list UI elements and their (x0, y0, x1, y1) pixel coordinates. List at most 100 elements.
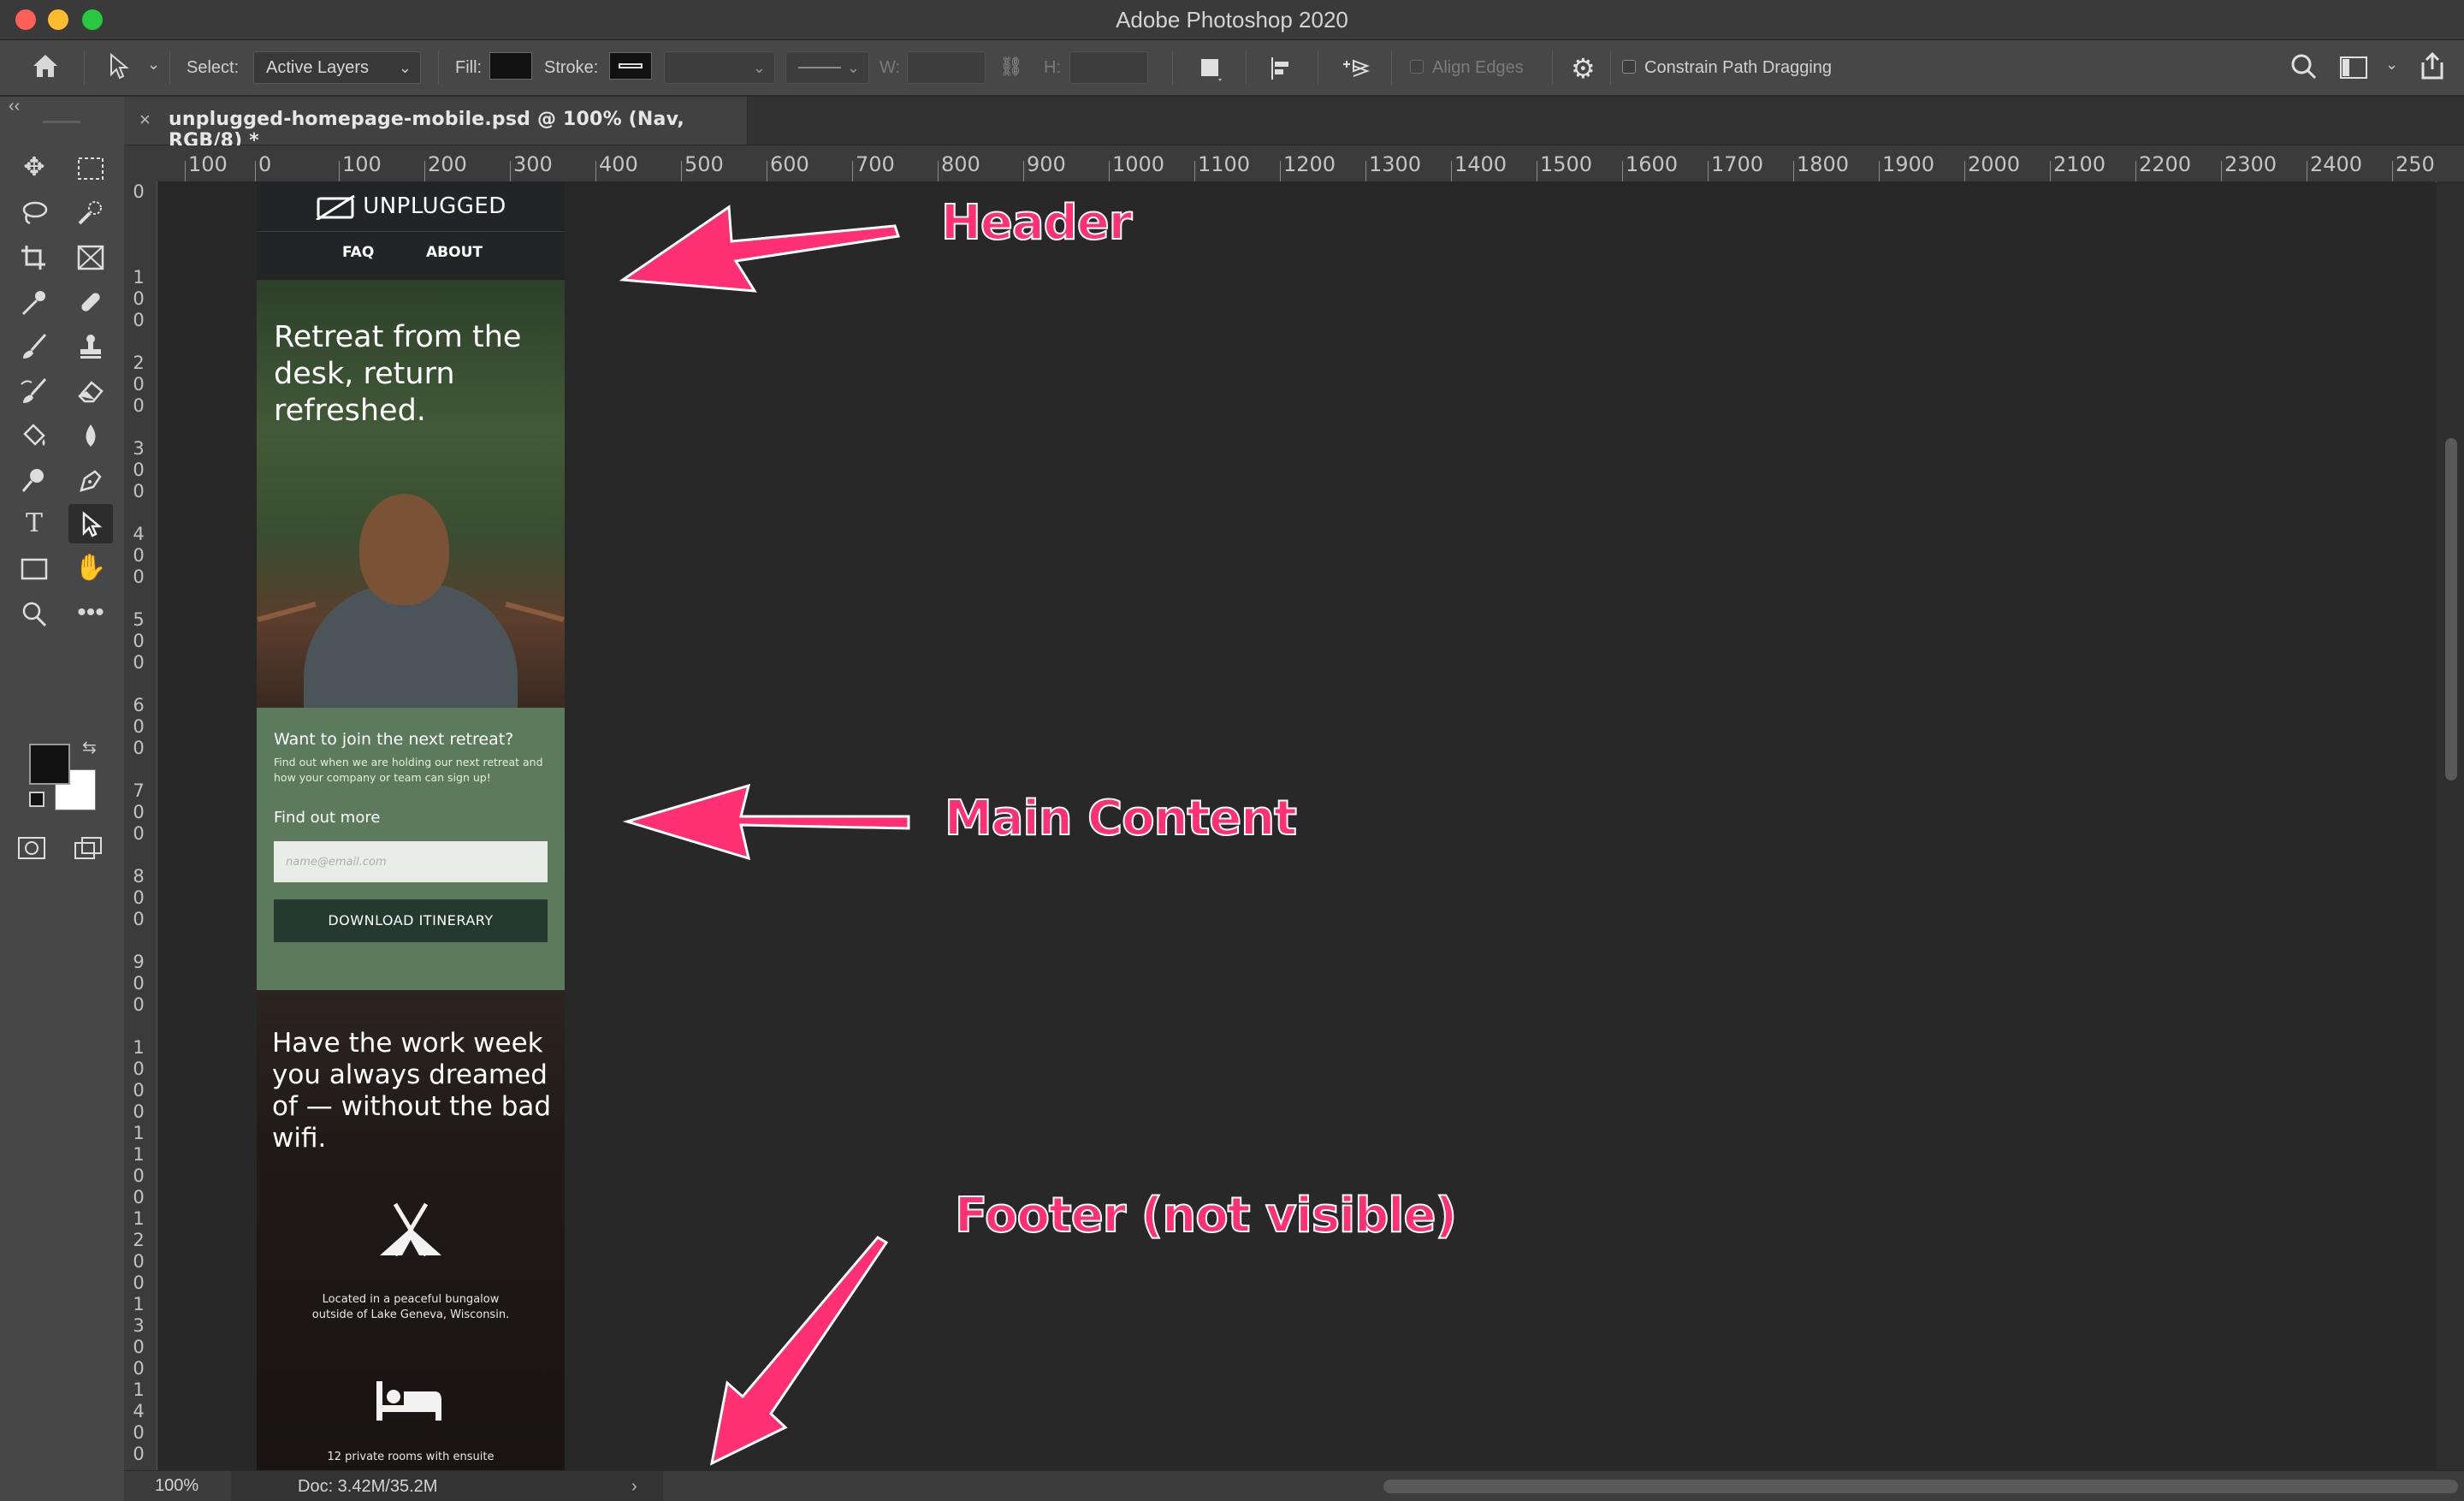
home-icon[interactable] (31, 52, 60, 85)
vertical-ruler[interactable]: 0 1 0 0 2 0 0 3 0 0 4 0 0 5 0 0 6 0 0 7 0 0 8 0 … (124, 181, 157, 1470)
quick-select-icon[interactable] (68, 193, 113, 232)
align-edges-label: Align Edges (1432, 58, 1524, 77)
ruler-label: 1 0 0 0 (133, 1037, 145, 1122)
width-field[interactable] (907, 51, 986, 84)
stroke-width-field[interactable]: ⌄ (664, 51, 775, 84)
rectangle-icon[interactable] (12, 549, 56, 588)
status-menu-icon[interactable]: › (631, 1471, 637, 1501)
ruler-tick (185, 161, 186, 181)
marquee-icon[interactable] (68, 148, 113, 187)
pen-icon[interactable] (68, 460, 113, 499)
move-icon[interactable]: ✥ (12, 148, 56, 187)
panel-grip[interactable] (43, 121, 80, 123)
zoom-icon[interactable] (12, 593, 56, 632)
tent-icon (380, 1202, 441, 1257)
vertical-scroll-thumb[interactable] (2445, 438, 2457, 780)
brush-icon[interactable] (12, 326, 56, 365)
collapse-panel-icon[interactable]: ‹‹ (9, 97, 20, 116)
select-value: Active Layers (266, 58, 370, 77)
eraser-icon[interactable] (68, 371, 113, 410)
ruler-label: 400 (599, 152, 638, 176)
history-brush-icon[interactable] (12, 371, 56, 410)
tool-preset-chevron-icon[interactable]: ⌄ (147, 56, 160, 74)
frame-icon[interactable] (68, 237, 113, 276)
ruler-label: 1300 (1369, 152, 1422, 176)
nav-faq[interactable]: FAQ (342, 244, 374, 261)
path-arrangement-icon[interactable] (1340, 54, 1374, 88)
ruler-label: 1500 (1540, 152, 1593, 176)
ruler-tick (1109, 161, 1110, 181)
close-tab-icon[interactable]: × (139, 109, 151, 131)
ruler-label: 300 (513, 152, 553, 176)
ruler-label: 500 (684, 152, 724, 176)
ruler-label: 1900 (1882, 152, 1935, 176)
share-icon[interactable] (2418, 50, 2447, 86)
default-colors-icon[interactable] (29, 792, 44, 807)
move-tool-icon[interactable] (108, 52, 130, 85)
select-label: Select: (187, 58, 240, 77)
chevron-down-icon[interactable]: ⌄ (2385, 56, 2398, 74)
ruler-label: 1 1 0 0 (133, 1123, 145, 1207)
swap-colors-icon[interactable]: ⇆ (82, 737, 97, 758)
foreground-color-swatch[interactable] (29, 744, 70, 785)
constrain-path-checkbox[interactable] (1622, 60, 1636, 74)
zoom-level[interactable]: 100% (155, 1476, 198, 1496)
ruler-corner[interactable] (124, 145, 147, 181)
screen-mode-icon[interactable] (74, 836, 104, 864)
stamp-icon[interactable] (68, 326, 113, 365)
ruler-label: 1100 (1198, 152, 1251, 176)
signup-section: Want to join the next retreat? Find out … (257, 708, 565, 990)
link-icon[interactable]: ⛓ (999, 56, 1023, 78)
stroke-swatch[interactable] (609, 52, 652, 80)
path-select-icon[interactable] (68, 504, 113, 543)
stroke-type-dropdown[interactable]: ⌄ (785, 51, 869, 84)
height-field[interactable] (1069, 51, 1148, 84)
search-icon[interactable] (2289, 52, 2319, 86)
type-icon[interactable]: T (12, 504, 56, 543)
horizontal-ruler[interactable]: 100 0 100 200 300 400 500 600 700 800 900 1000 1100 1… (147, 145, 2464, 182)
nav-about[interactable]: ABOUT (426, 244, 483, 261)
path-operations-icon[interactable] (1198, 56, 1223, 86)
ruler-tick (1964, 161, 1965, 181)
quick-mask-icon[interactable] (17, 836, 46, 864)
align-edges-checkbox[interactable] (1410, 60, 1424, 74)
gear-icon[interactable]: ⚙ (1571, 52, 1596, 85)
crop-icon[interactable] (12, 237, 56, 276)
hand-icon[interactable]: ✋ (68, 549, 113, 588)
path-alignment-icon[interactable] (1268, 56, 1295, 86)
ruler-tick (595, 161, 596, 181)
fill-swatch[interactable] (489, 52, 532, 80)
ruler-tick (1451, 161, 1452, 181)
ruler-tick (1194, 161, 1195, 181)
ruler-label: 1 0 0 (133, 267, 145, 330)
doc-size-info[interactable]: Doc: 3.42M/35.2M › (231, 1471, 663, 1501)
eyedropper-icon[interactable] (12, 282, 56, 321)
email-field[interactable] (274, 841, 548, 882)
workspace-icon[interactable] (2339, 56, 2368, 85)
healing-icon[interactable] (68, 282, 113, 321)
ruler-tick (2221, 161, 2222, 181)
mobile-artboard[interactable]: UNPLUGGED FAQ ABOUT Retreat from the des… (257, 181, 565, 1470)
lasso-icon[interactable] (12, 193, 56, 232)
dodge-icon[interactable] (12, 460, 56, 499)
ruler-tick (1793, 161, 1794, 181)
download-itinerary-button[interactable]: DOWNLOAD ITINERARY (274, 899, 548, 942)
ruler-label: 4 0 0 (133, 524, 145, 587)
ruler-label: 7 0 0 (133, 780, 145, 844)
ruler-label: 1800 (1797, 152, 1850, 176)
ruler-tick (1280, 161, 1281, 181)
horizontal-scroll-thumb[interactable] (1383, 1480, 2458, 1493)
ruler-label: 800 (941, 152, 980, 176)
vertical-scrollbar[interactable] (2437, 181, 2464, 1470)
paint-bucket-icon[interactable] (12, 415, 56, 454)
ruler-label: 2000 (1968, 152, 2021, 176)
blur-icon[interactable] (68, 415, 113, 454)
more-tools-icon[interactable]: ••• (68, 593, 113, 632)
ruler-label: 0 (258, 152, 272, 176)
signup-question: Want to join the next retreat? (274, 730, 514, 749)
feature-rooms-caption: 12 private rooms with ensuite (327, 1451, 495, 1463)
select-dropdown[interactable]: Active Layers ⌄ (253, 51, 421, 84)
document-tab[interactable]: × unplugged-homepage-mobile.psd @ 100% (… (124, 97, 748, 151)
ruler-label: 2300 (2224, 152, 2277, 176)
ruler-label: 900 (1027, 152, 1066, 176)
